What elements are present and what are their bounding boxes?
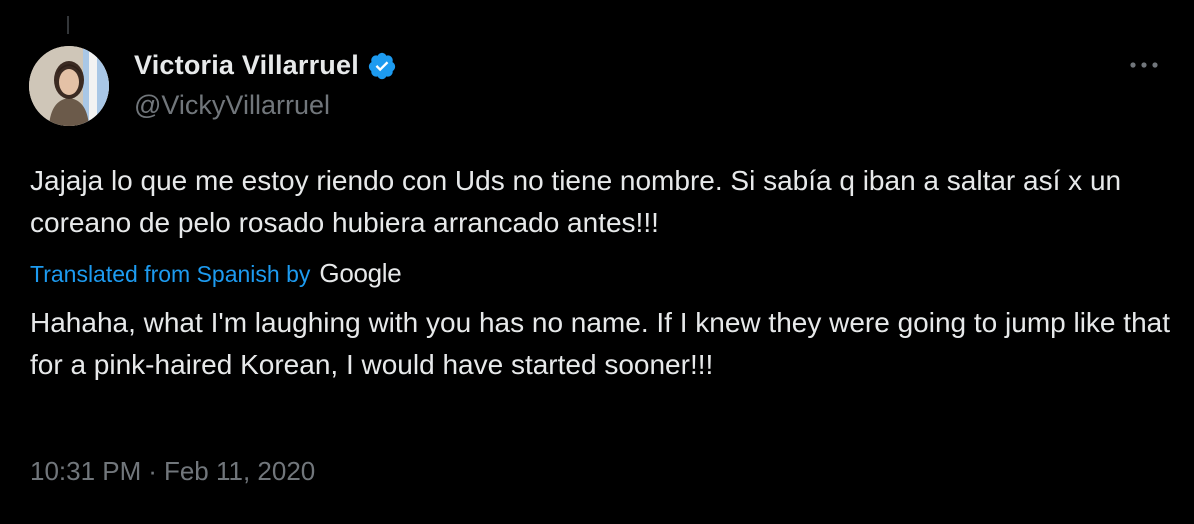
tweet-timestamp: 10:31 PM · Feb 11, 2020 xyxy=(30,456,315,487)
timestamp-separator: · xyxy=(148,456,157,486)
verified-badge-icon xyxy=(367,51,397,81)
author-handle[interactable]: @VickyVillarruel xyxy=(134,90,330,121)
translation-attribution: Translated from Spanish by Google xyxy=(30,258,402,289)
profile-photo-icon xyxy=(29,46,109,126)
thread-connector-line xyxy=(67,16,69,34)
tweet-original-text: Jajaja lo que me estoy riendo con Uds no… xyxy=(30,165,1122,238)
tweet-time[interactable]: 10:31 PM xyxy=(30,456,141,487)
tweet-translated-text: Hahaha, what I'm laughing with you has n… xyxy=(30,307,1170,380)
author-display-name[interactable]: Victoria Villarruel xyxy=(134,50,359,81)
more-horizontal-icon xyxy=(1130,62,1158,68)
translated-from-link[interactable]: Translated from Spanish by xyxy=(30,261,310,288)
avatar[interactable] xyxy=(29,46,109,126)
more-options-button[interactable] xyxy=(1124,50,1164,80)
author-name-row: Victoria Villarruel xyxy=(134,50,397,81)
tweet-date[interactable]: Feb 11, 2020 xyxy=(164,456,315,487)
google-logo: Google xyxy=(319,258,402,288)
